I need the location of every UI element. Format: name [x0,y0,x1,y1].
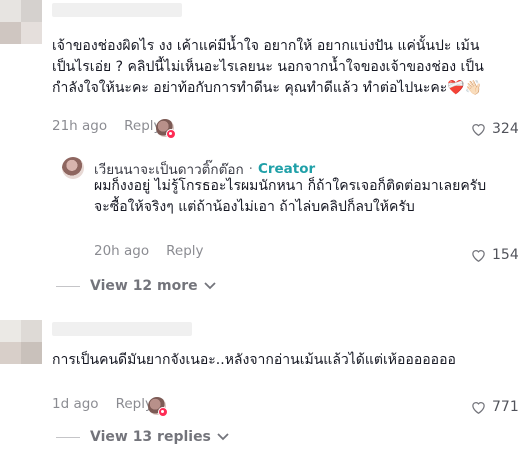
creator-liked-heart-badge [158,407,168,417]
view-more-label: View 12 more [90,278,198,294]
heart-outline-icon [472,124,485,136]
comment-text: การเป็นคนดีมันยากจังเนอะ..หลังจากอ่านเม้… [52,352,456,368]
commenter-avatar[interactable] [0,0,42,44]
commenter-avatar[interactable] [0,320,42,364]
reply-meta: 20h ago Reply [94,243,204,259]
chevron-down-icon [217,433,229,441]
creator-liked-heart-badge [166,129,176,139]
chevron-down-icon [204,282,216,290]
reply-time: 20h ago [94,243,150,259]
comment-meta: 1d ago Reply [52,396,153,412]
commenter-name-blurred [52,3,182,17]
like-button[interactable]: 771 [471,399,519,415]
divider-line [56,285,80,287]
like-count: 324 [492,121,519,137]
view-replies-label: View 13 replies [90,429,211,445]
comment-text: เจ้าของช่องผิดไร งง เค้าแค่มีน้ำใจ อยากใ… [52,38,484,96]
like-button[interactable]: 324 [471,121,519,137]
creator-avatar[interactable] [62,157,84,179]
commenter-name-blurred [52,322,192,336]
heart-outline-icon [472,402,485,414]
reply-like-button[interactable]: 154 [471,247,519,263]
reply-like-count: 154 [492,247,519,263]
divider-line [56,436,80,438]
reply-reply-button[interactable]: Reply [166,243,203,259]
view-more-replies-button[interactable]: View 12 more [56,278,216,294]
like-count: 771 [492,399,519,415]
comment-time: 21h ago [52,118,108,134]
reply-text: ผมก็งงอยู่ ไม่รู้โกรธอะไรผมนักหนา ก็ถ้าใ… [94,178,487,215]
view-replies-button[interactable]: View 13 replies [56,429,229,445]
author-separator: · [248,161,253,177]
comment-meta: 21h ago Reply [52,118,162,134]
creator-badge: Creator [257,161,316,177]
heart-outline-icon [472,250,485,262]
comment-time: 1d ago [52,396,99,412]
